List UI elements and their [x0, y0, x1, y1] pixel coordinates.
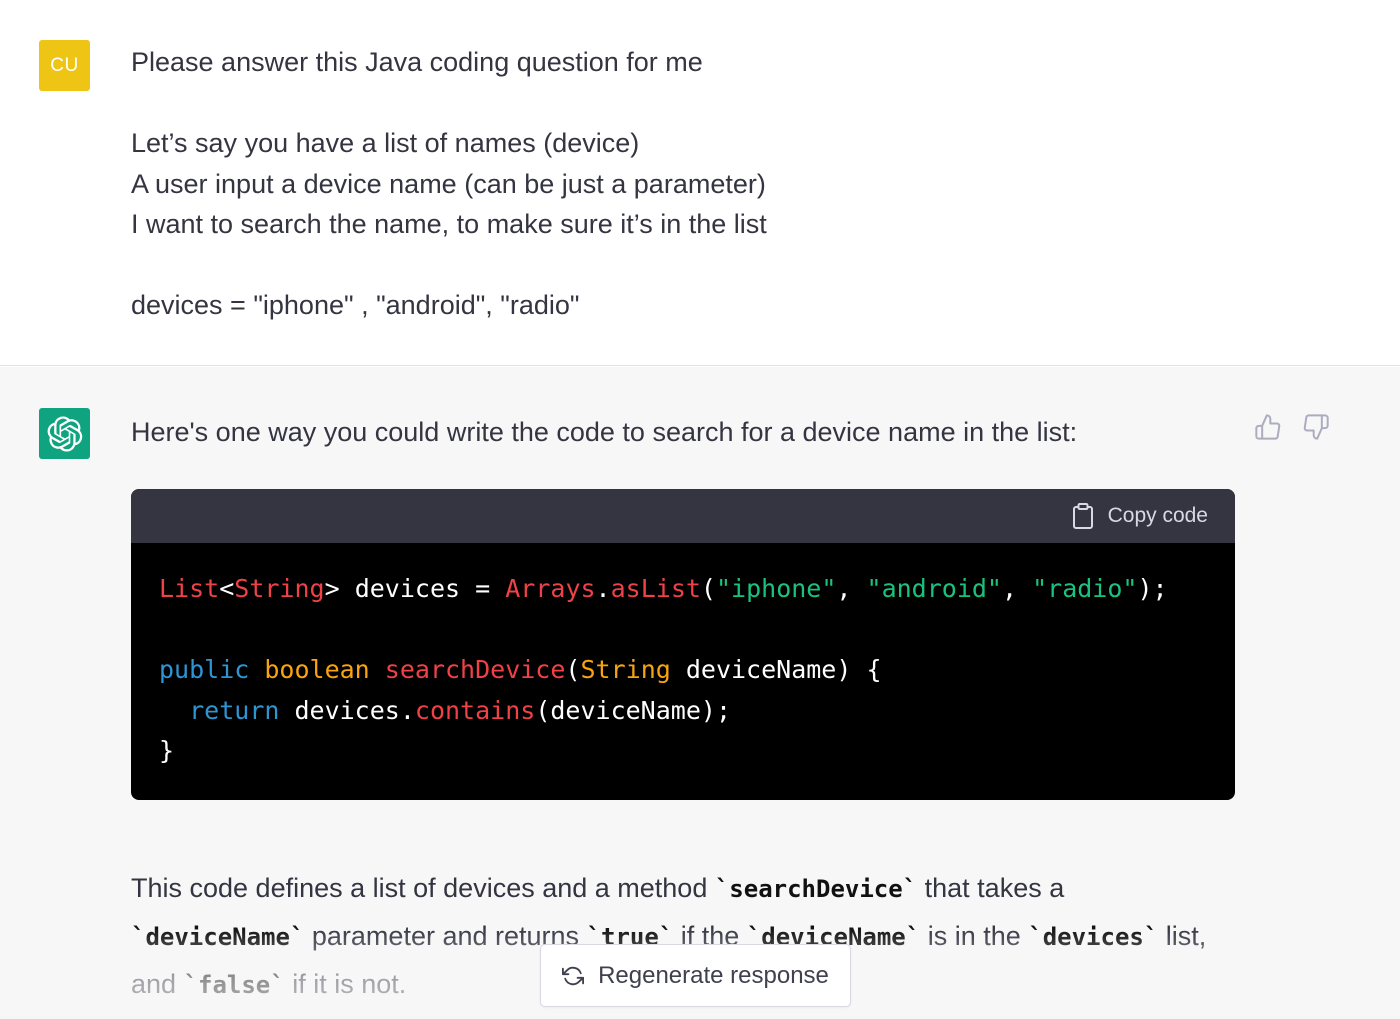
copy-code-button[interactable]: Copy code — [1072, 503, 1208, 529]
assistant-intro-text: Here's one way you could write the code … — [131, 417, 1078, 447]
regenerate-response-label: Regenerate response — [598, 961, 829, 989]
inline-code: `devices` — [1028, 923, 1159, 951]
code-token: devices — [279, 695, 400, 725]
code-token: "iphone" — [715, 574, 837, 603]
copy-code-label: Copy code — [1107, 504, 1208, 527]
assistant-avatar — [39, 408, 90, 459]
thumbs-up-button[interactable] — [1254, 413, 1282, 441]
code-token: } — [159, 736, 175, 766]
user-message-row: CU Please answer this Java coding questi… — [0, 0, 1400, 366]
code-token: "android" — [866, 574, 1002, 603]
code-token: ); — [1137, 574, 1168, 603]
inline-code: `false` — [183, 971, 285, 999]
code-line-4: return devices.contains(deviceName); — [159, 691, 1235, 732]
text-run: is in the — [920, 921, 1029, 951]
feedback-buttons — [1254, 413, 1330, 441]
code-token: "radio" — [1032, 574, 1138, 603]
refresh-icon — [562, 966, 585, 985]
code-token: ( — [565, 655, 581, 685]
text-run: This code defines a list of devices and … — [131, 873, 715, 903]
thumbs-down-icon — [1303, 414, 1329, 440]
code-token: public — [159, 655, 250, 685]
inline-code: `searchDevice` — [714, 875, 918, 903]
code-token: < — [219, 574, 235, 603]
user-message-text: Please answer this Java coding question … — [131, 47, 767, 320]
code-token: Arrays — [505, 574, 596, 603]
openai-logo-icon — [47, 415, 82, 452]
code-token: asList — [610, 574, 701, 603]
assistant-message-row: Here's one way you could write the code … — [0, 367, 1400, 1019]
code-token: devices = — [339, 574, 506, 603]
code-token: String — [234, 574, 325, 603]
code-token: deviceName) { — [670, 655, 882, 685]
text-run: if it is not. — [284, 969, 407, 999]
code-token: List — [159, 574, 220, 603]
code-token: . — [595, 574, 611, 603]
code-block-header: Copy code — [131, 489, 1235, 543]
thumbs-down-button[interactable] — [1302, 413, 1330, 441]
code-token: > — [324, 574, 340, 603]
text-run: that takes a — [917, 873, 1065, 903]
code-token: , — [836, 574, 867, 603]
code-line-3: public boolean searchDevice(String devic… — [159, 650, 1235, 691]
code-token: (deviceName); — [535, 695, 731, 725]
code-line-1: List<String> devices = Arrays.asList("ip… — [159, 569, 1235, 610]
code-block: Copy code List<String> devices = Arrays.… — [131, 489, 1235, 800]
code-token: searchDevice — [384, 655, 566, 685]
code-token: contains — [414, 695, 536, 725]
clipboard-icon — [1072, 503, 1093, 529]
code-token: , — [1001, 574, 1033, 603]
thumbs-up-icon — [1255, 414, 1281, 440]
code-token: boolean — [264, 655, 370, 685]
user-avatar: CU — [39, 40, 90, 91]
inline-code: `deviceName` — [131, 923, 305, 951]
code-token: . — [399, 695, 415, 725]
code-token: String — [580, 655, 671, 685]
code-token: return — [189, 695, 280, 725]
code-token: ( — [700, 574, 716, 603]
regenerate-response-button[interactable]: Regenerate response — [540, 944, 851, 1007]
code-content: List<String> devices = Arrays.asList("ip… — [131, 543, 1235, 772]
code-line-5: } — [159, 731, 1235, 772]
